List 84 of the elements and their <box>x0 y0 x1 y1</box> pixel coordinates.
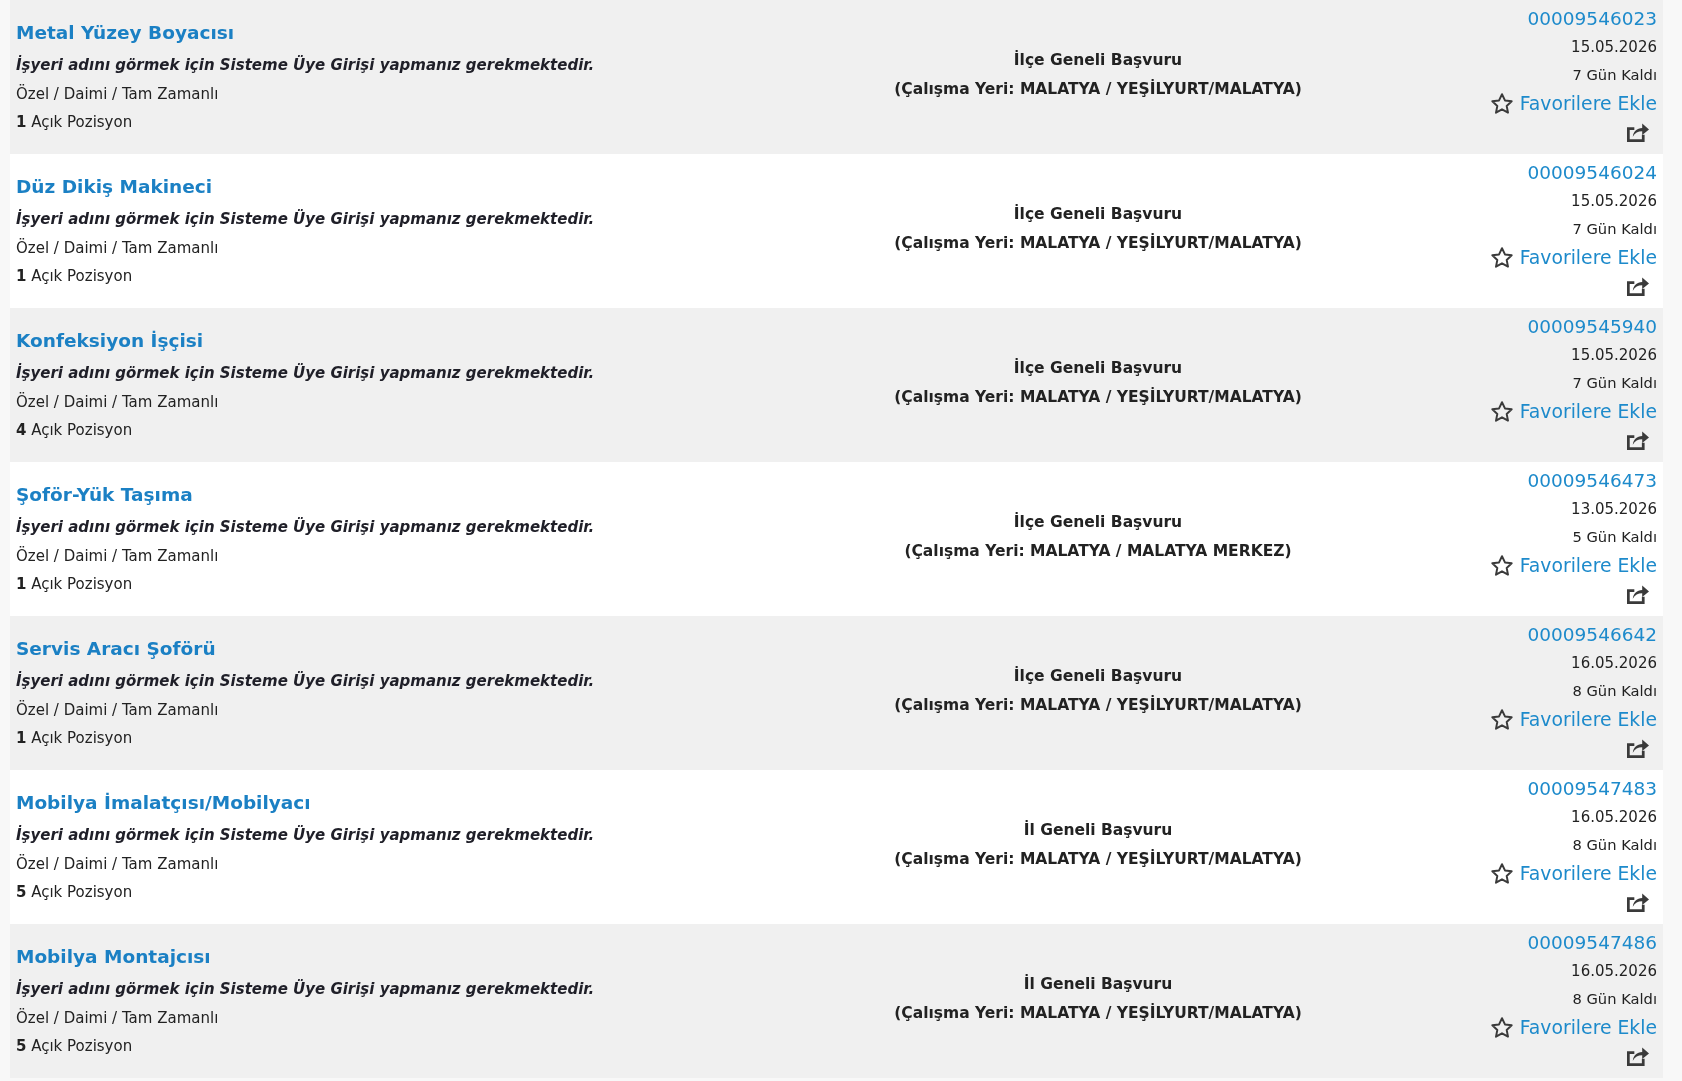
application-scope-text: İl Geneli Başvuru <box>1023 973 1173 995</box>
add-to-favorites-link[interactable]: Favorilere Ekle <box>1490 551 1657 580</box>
add-to-favorites-link[interactable]: Favorilere Ekle <box>1490 243 1657 272</box>
employment-type-text: Özel / Daimi / Tam Zamanlı <box>16 237 219 259</box>
listing-number-link[interactable]: 00009546642 <box>1527 621 1657 649</box>
days-left-text: 7 Gün Kaldı <box>1572 219 1657 239</box>
days-left-text: 8 Gün Kaldı <box>1572 989 1657 1009</box>
work-location-text: (Çalışma Yeri: MALATYA / YEŞİLYURT/MALATYA) <box>894 848 1302 870</box>
application-scope-text: İlçe Geneli Başvuru <box>1013 665 1183 687</box>
star-icon[interactable] <box>1490 555 1513 576</box>
listing-number-link[interactable]: 00009547483 <box>1527 775 1657 803</box>
share-icon[interactable] <box>1627 276 1649 296</box>
open-positions-text: 1 Açık Pozisyon <box>16 266 133 287</box>
work-location-text: (Çalışma Yeri: MALATYA / YEŞİLYURT/MALATYA) <box>894 694 1302 716</box>
days-left-text: 7 Gün Kaldı <box>1572 373 1657 393</box>
job-title-link[interactable]: Servis Aracı Şoförü <box>16 631 216 667</box>
star-icon[interactable] <box>1490 401 1513 422</box>
job-title-link[interactable]: Metal Yüzey Boyacısı <box>16 15 235 51</box>
login-notice-text: İşyeri adını görmek için Sisteme Üye Girişi yapmanız gerekmektedir. <box>16 362 595 384</box>
login-notice-text: İşyeri adını görmek için Sisteme Üye Girişi yapmanız gerekmektedir. <box>16 978 595 1000</box>
employment-type-text: Özel / Daimi / Tam Zamanlı <box>16 699 219 721</box>
days-left-text: 7 Gün Kaldı <box>1572 65 1657 85</box>
employment-type-text: Özel / Daimi / Tam Zamanlı <box>16 1007 219 1029</box>
deadline-date-text: 16.05.2026 <box>1571 961 1657 982</box>
star-icon[interactable] <box>1490 863 1513 884</box>
deadline-date-text: 15.05.2026 <box>1571 37 1657 58</box>
star-icon[interactable] <box>1490 709 1513 730</box>
deadline-date-text: 16.05.2026 <box>1571 807 1657 828</box>
listing-number-link[interactable]: 00009545940 <box>1527 313 1657 341</box>
login-notice-text: İşyeri adını görmek için Sisteme Üye Girişi yapmanız gerekmektedir. <box>16 670 595 692</box>
star-icon[interactable] <box>1490 247 1513 268</box>
add-to-favorites-link[interactable]: Favorilere Ekle <box>1490 1013 1657 1042</box>
star-icon[interactable] <box>1490 1017 1513 1038</box>
application-scope-text: İlçe Geneli Başvuru <box>1013 511 1183 533</box>
open-positions-text: 5 Açık Pozisyon <box>16 1036 133 1057</box>
application-scope-text: İlçe Geneli Başvuru <box>1013 49 1183 71</box>
open-positions-text: 5 Açık Pozisyon <box>16 882 133 903</box>
listing-number-link[interactable]: 00009547486 <box>1527 929 1657 957</box>
listing-number-link[interactable]: 00009546473 <box>1527 467 1657 495</box>
application-scope-text: İlçe Geneli Başvuru <box>1013 203 1183 225</box>
work-location-text: (Çalışma Yeri: MALATYA / YEŞİLYURT/MALATYA) <box>894 1002 1302 1024</box>
job-title-link[interactable]: Mobilya İmalatçısı/Mobilyacı <box>16 785 311 821</box>
application-scope-text: İl Geneli Başvuru <box>1023 819 1173 841</box>
work-location-text: (Çalışma Yeri: MALATYA / MALATYA MERKEZ) <box>904 541 1292 562</box>
work-location-text: (Çalışma Yeri: MALATYA / YEŞİLYURT/MALATYA) <box>894 78 1302 100</box>
share-icon[interactable] <box>1627 1046 1649 1066</box>
deadline-date-text: 15.05.2026 <box>1571 345 1657 366</box>
login-notice-text: İşyeri adını görmek için Sisteme Üye Girişi yapmanız gerekmektedir. <box>16 208 595 230</box>
work-location-text: (Çalışma Yeri: MALATYA / YEŞİLYURT/MALATYA) <box>894 232 1302 254</box>
login-notice-text: İşyeri adını görmek için Sisteme Üye Girişi yapmanız gerekmektedir. <box>16 824 595 846</box>
listing-number-link[interactable]: 00009546023 <box>1527 5 1657 33</box>
open-positions-text: 1 Açık Pozisyon <box>16 112 133 133</box>
open-positions-text: 1 Açık Pozisyon <box>16 728 133 749</box>
deadline-date-text: 16.05.2026 <box>1571 653 1657 674</box>
days-left-text: 8 Gün Kaldı <box>1572 835 1657 855</box>
job-title-link[interactable]: Şoför-Yük Taşıma <box>16 477 193 513</box>
days-left-text: 8 Gün Kaldı <box>1572 681 1657 701</box>
deadline-date-text: 13.05.2026 <box>1571 499 1657 520</box>
share-icon[interactable] <box>1627 122 1649 142</box>
share-icon[interactable] <box>1627 584 1649 604</box>
star-icon[interactable] <box>1490 93 1513 114</box>
employment-type-text: Özel / Daimi / Tam Zamanlı <box>16 391 219 413</box>
add-to-favorites-link[interactable]: Favorilere Ekle <box>1490 89 1657 118</box>
login-notice-text: İşyeri adını görmek için Sisteme Üye Girişi yapmanız gerekmektedir. <box>16 54 595 76</box>
employment-type-text: Özel / Daimi / Tam Zamanlı <box>16 853 219 875</box>
login-notice-text: İşyeri adını görmek için Sisteme Üye Girişi yapmanız gerekmektedir. <box>16 516 595 538</box>
open-positions-text: 1 Açık Pozisyon <box>16 574 133 595</box>
employment-type-text: Özel / Daimi / Tam Zamanlı <box>16 545 219 567</box>
share-icon[interactable] <box>1627 892 1649 912</box>
job-title-link[interactable]: Konfeksiyon İşçisi <box>16 323 204 359</box>
share-icon[interactable] <box>1627 738 1649 758</box>
add-to-favorites-link[interactable]: Favorilere Ekle <box>1490 705 1657 734</box>
application-scope-text: İlçe Geneli Başvuru <box>1013 357 1183 379</box>
job-title-link[interactable]: Mobilya Montajcısı <box>16 939 211 975</box>
listing-number-link[interactable]: 00009546024 <box>1527 159 1657 187</box>
add-to-favorites-link[interactable]: Favorilere Ekle <box>1490 859 1657 888</box>
add-to-favorites-link[interactable]: Favorilere Ekle <box>1490 397 1657 426</box>
employment-type-text: Özel / Daimi / Tam Zamanlı <box>16 83 219 105</box>
open-positions-text: 4 Açık Pozisyon <box>16 420 133 441</box>
job-title-link[interactable]: Düz Dikiş Makineci <box>16 169 213 205</box>
share-icon[interactable] <box>1627 430 1649 450</box>
work-location-text: (Çalışma Yeri: MALATYA / YEŞİLYURT/MALATYA) <box>894 386 1302 408</box>
deadline-date-text: 15.05.2026 <box>1571 191 1657 212</box>
days-left-text: 5 Gün Kaldı <box>1572 527 1657 547</box>
